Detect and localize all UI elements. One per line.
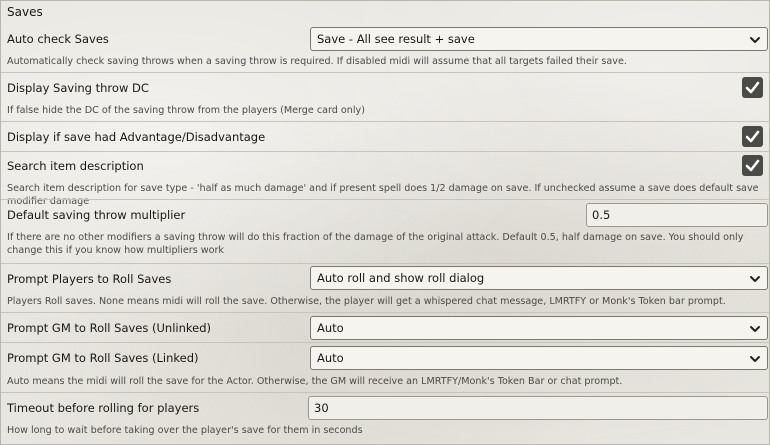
divider xyxy=(1,392,770,393)
prompt-gm-linked-select[interactable]: Auto xyxy=(310,346,768,370)
display-advantage-label: Display if save had Advantage/Disadvanta… xyxy=(7,130,266,144)
timeout-label: Timeout before rolling for players xyxy=(7,401,200,415)
auto-check-saves-value: Save - All see result + save xyxy=(317,32,475,46)
search-item-description-label: Search item description xyxy=(7,159,144,173)
divider xyxy=(1,199,770,200)
prompt-players-select[interactable]: Auto roll and show roll dialog xyxy=(310,266,768,290)
prompt-gm-unlinked-value: Auto xyxy=(317,321,344,335)
save-multiplier-hint: If there are no other modifiers a saving… xyxy=(7,232,744,256)
display-save-dc-checkbox[interactable] xyxy=(742,77,763,98)
prompt-gm-linked-value: Auto xyxy=(317,351,344,365)
prompt-players-value: Auto roll and show roll dialog xyxy=(317,271,485,285)
section-title: Saves xyxy=(7,5,43,19)
divider xyxy=(1,151,770,152)
timeout-input[interactable]: 30 xyxy=(308,396,768,420)
save-multiplier-input[interactable]: 0.5 xyxy=(586,203,768,227)
divider xyxy=(1,121,770,122)
prompt-gm-unlinked-select[interactable]: Auto xyxy=(310,316,768,340)
chevron-down-icon xyxy=(750,356,760,362)
display-advantage-checkbox[interactable] xyxy=(742,126,763,147)
save-multiplier-value: 0.5 xyxy=(592,208,611,222)
display-save-dc-label: Display Saving throw DC xyxy=(7,81,149,95)
auto-check-saves-hint: Automatically check saving throws when a… xyxy=(7,56,627,67)
check-icon xyxy=(745,130,760,143)
auto-check-saves-label: Auto check Saves xyxy=(7,32,109,46)
search-item-description-checkbox[interactable] xyxy=(742,155,763,176)
prompt-gm-linked-label: Prompt GM to Roll Saves (Linked) xyxy=(7,351,199,365)
chevron-down-icon xyxy=(750,37,760,43)
divider xyxy=(1,342,770,343)
display-save-dc-hint: If false hide the DC of the saving throw… xyxy=(7,105,365,116)
prompt-players-label: Prompt Players to Roll Saves xyxy=(7,272,172,286)
chevron-down-icon xyxy=(750,326,760,332)
timeout-hint: How long to wait before taking over the … xyxy=(7,425,363,436)
auto-check-saves-select[interactable]: Save - All see result + save xyxy=(310,27,768,51)
divider xyxy=(1,312,770,313)
chevron-down-icon xyxy=(750,276,760,282)
check-icon xyxy=(745,81,760,94)
prompt-players-hint: Players Roll saves. None means midi will… xyxy=(7,296,726,307)
prompt-gm-unlinked-label: Prompt GM to Roll Saves (Unlinked) xyxy=(7,321,212,335)
timeout-value: 30 xyxy=(314,401,329,415)
save-multiplier-label: Default saving throw multiplier xyxy=(7,208,186,222)
check-icon xyxy=(745,159,760,172)
divider xyxy=(1,263,770,264)
divider xyxy=(1,72,770,73)
saves-settings-panel: Saves Auto check Saves Save - All see re… xyxy=(0,0,770,445)
prompt-gm-linked-hint: Auto means the midi will roll the save f… xyxy=(7,376,623,387)
